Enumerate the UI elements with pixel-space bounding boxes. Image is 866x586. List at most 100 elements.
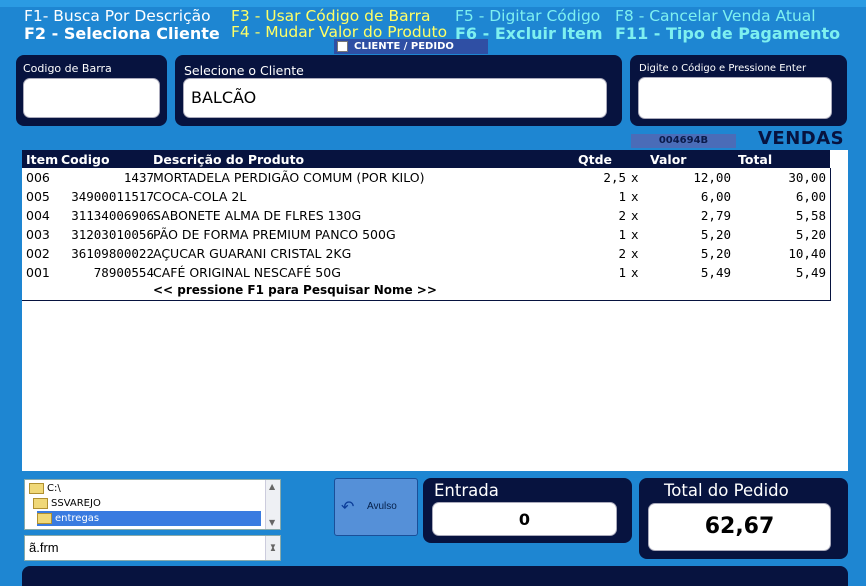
cell-item: 004 [26,208,50,223]
table-row[interactable]: 003 31203010056 PÃO DE FORMA PREMIUM PANCO… [22,226,830,245]
cell-total: 5,58 [795,208,826,223]
cell-valor: 12,00 [693,170,731,185]
cell-descricao: MORTADELA PERDIGÃO COMUM (POR KILO) [153,170,425,185]
checkbox-square[interactable] [337,41,348,52]
table-row[interactable]: 002 36109800022 AÇUCAR GUARANI CRISTAL 2KG… [22,245,830,264]
scroll-down-icon[interactable]: ▼ [269,518,275,527]
cell-item: 005 [26,189,50,204]
hotkey-f2: F2 - Seleciona Cliente [24,24,220,43]
cell-codigo: 1437 [123,170,154,185]
cell-total: 30,00 [788,170,826,185]
search-hint: << pressione F1 para Pesquisar Nome >> [153,283,437,297]
cell-x: x [631,227,639,242]
table-row[interactable]: 005 34900011517 COCA-COLA 2L 1 x 6,00 6,00 [22,188,830,207]
cliente-pedido-label: CLIENTE / PEDIDO [354,41,454,52]
client-panel: Selecione o Cliente BALCÃO [175,55,622,126]
cell-total: 5,49 [795,265,826,280]
col-total: Total [738,152,773,167]
barcode-input[interactable] [23,78,160,118]
cell-item: 001 [26,265,50,280]
total-label: Total do Pedido [664,481,789,500]
cell-total: 6,00 [795,189,826,204]
scroll-up-icon[interactable]: ▲ [269,482,275,491]
cell-qtde: 2 [618,208,626,223]
file-select[interactable]: ã.frm ▲ ▼ [24,535,281,561]
cell-descricao: SABONETE ALMA DE FLRES 130G [153,208,362,223]
folder-icon [29,483,44,494]
col-qtde: Qtde [578,152,613,167]
table-row[interactable]: 001 78900554 CAFÉ ORIGINAL NESCAFÉ 50G 1 x 5,… [22,264,830,283]
table-row[interactable]: 004 31134006906 SABONETE ALMA DE FLRES 130… [22,207,830,226]
folder-tree[interactable]: ▲ ▼ C:\ SSVAREJO entregas [24,479,281,530]
col-valor: Valor [650,152,687,167]
cell-x: x [631,265,639,280]
folder-label: entregas [55,513,100,524]
folder-icon [37,513,52,524]
barcode-panel: Codigo de Barra [16,55,167,126]
cell-valor: 6,00 [700,189,731,204]
col-descricao: Descrição do Produto [153,152,305,167]
code-entry-input[interactable] [638,77,832,119]
code-entry-panel: Digite o Código e Pressione Enter [630,55,847,126]
entrada-value: 0 [518,510,531,529]
bottom-panel [22,566,848,586]
client-input[interactable]: BALCÃO [183,78,607,118]
cell-item: 003 [26,227,50,242]
folder-item[interactable]: C:\ [29,481,61,496]
cell-descricao: CAFÉ ORIGINAL NESCAFÉ 50G [153,265,341,280]
cell-valor: 5,49 [700,265,731,280]
total-panel: Total do Pedido 62,67 [639,478,848,559]
total-value: 62,67 [704,514,775,539]
window-top-strip [0,0,866,7]
avulso-button[interactable]: ↶ Avulso [334,478,418,536]
code-entry-label: Digite o Código e Pressione Enter [639,63,807,74]
cell-valor: 5,20 [700,227,731,242]
mode-label: VENDAS [758,128,845,149]
cell-qtde: 2 [618,246,626,261]
cell-qtde: 1 [618,189,626,204]
client-label: Selecione o Cliente [184,63,304,78]
cell-codigo: 34900011517 [71,189,154,204]
col-codigo: Codigo [61,152,110,167]
folder-item[interactable]: entregas [37,511,261,526]
cell-item: 002 [26,246,50,261]
file-spinner[interactable]: ▲ ▼ [265,536,280,560]
folder-label: SSVAREJO [51,498,101,509]
undo-arrow-icon: ↶ [341,499,355,516]
cell-valor: 5,20 [700,246,731,261]
barcode-label: Codigo de Barra [23,62,112,75]
hotkey-f8: F8 - Cancelar Venda Atual [615,7,816,25]
cell-item: 006 [26,170,50,185]
cell-x: x [631,246,639,261]
order-number: 004694B [631,134,736,148]
avulso-label: Avulso [367,501,397,512]
cell-codigo: 31134006906 [71,208,154,223]
cell-valor: 2,79 [700,208,731,223]
hotkey-f11: F11 - Tipo de Pagamento [615,24,841,43]
cell-qtde: 1 [618,265,626,280]
items-grid[interactable]: Item Codigo Descrição do Produto Qtde Va… [22,150,848,471]
cell-codigo: 78900554 [93,265,154,280]
hotkey-f1: F1- Busca Por Descrição [24,7,211,25]
cliente-pedido-checkbox[interactable]: CLIENTE / PEDIDO [334,39,488,54]
folder-item[interactable]: SSVAREJO [33,496,101,511]
cell-qtde: 2,5 [603,170,626,185]
folder-icon [33,498,48,509]
entrada-label: Entrada [434,481,499,500]
cell-x: x [631,189,639,204]
cell-total: 5,20 [795,227,826,242]
cell-descricao: PÃO DE FORMA PREMIUM PANCO 500G [153,227,396,242]
grid-rows: << pressione F1 para Pesquisar Nome >> 0… [22,168,831,301]
client-value: BALCÃO [191,88,257,107]
entrada-panel: Entrada 0 [423,478,632,543]
cell-descricao: COCA-COLA 2L [153,189,247,204]
total-display: 62,67 [648,503,831,551]
spin-down-icon[interactable]: ▼ [269,535,277,559]
cell-total: 10,40 [788,246,826,261]
cell-x: x [631,208,639,223]
cell-codigo: 31203010056 [71,227,154,242]
table-row[interactable]: 006 1437 MORTADELA PERDIGÃO COMUM (POR KIL… [22,169,830,188]
cell-descricao: AÇUCAR GUARANI CRISTAL 2KG [153,246,352,261]
tree-scrollbar[interactable]: ▲ ▼ [265,480,280,529]
entrada-input[interactable]: 0 [432,502,617,536]
